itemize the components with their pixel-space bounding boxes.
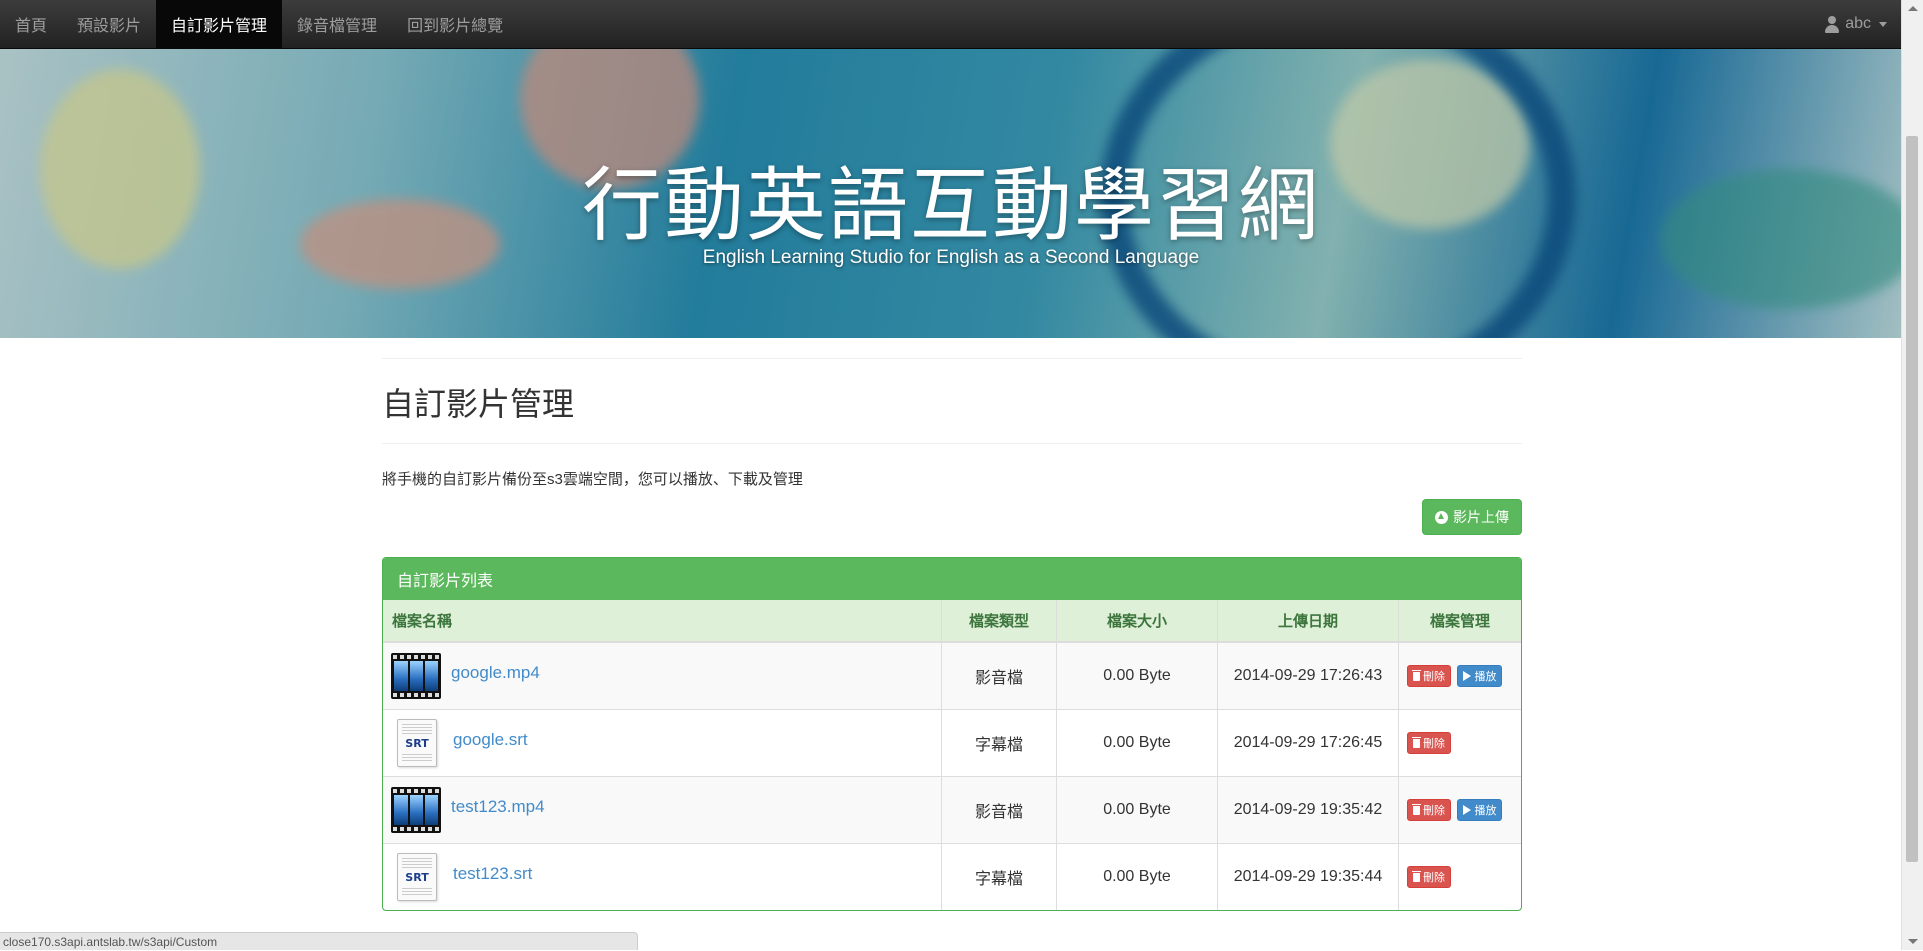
table-row: google.mp4 影音檔 0.00 Byte 2014-09-29 17:2… [383,641,1521,710]
column-header-filesize: 檔案大小 [1056,600,1218,643]
upload-date: 2014-09-29 17:26:43 [1217,641,1399,710]
user-menu[interactable]: abc [1809,0,1902,48]
panel-title: 自訂影片列表 [383,558,1521,600]
caret-down-icon [1879,21,1887,27]
nav-back-to-overview[interactable]: 回到影片總覽 [392,0,518,48]
play-button[interactable]: 播放 [1457,798,1503,821]
play-icon [1463,804,1472,815]
table-row: SRT test123.srt 字幕檔 0.00 Byte 2014-09-29… [383,843,1521,910]
file-type: 影音檔 [941,641,1057,710]
trash-icon [1412,870,1421,882]
file-size: 0.00 Byte [1056,709,1218,777]
column-header-filetype: 檔案類型 [941,600,1057,643]
site-title: 行動英語互動學習網 [582,159,1320,252]
divider [382,358,1522,359]
srt-file-icon: SRT [397,719,437,767]
nav-home[interactable]: 首頁 [0,0,62,48]
file-type: 字幕檔 [941,709,1057,777]
delete-button[interactable]: 刪除 [1407,866,1451,888]
nav-recording-management[interactable]: 錄音檔管理 [282,0,392,48]
video-table: 檔案名稱 檔案類型 檔案大小 上傳日期 檔案管理 google.mp4 影音檔 … [383,600,1521,910]
video-file-icon [391,787,441,833]
upload-video-button[interactable]: 影片上傳 [1422,499,1522,535]
table-row: SRT google.srt 字幕檔 0.00 Byte 2014-09-29 … [383,709,1521,777]
srt-file-icon: SRT [397,853,437,901]
table-row: test123.mp4 影音檔 0.00 Byte 2014-09-29 19:… [383,776,1521,844]
play-icon [1463,670,1472,681]
trash-icon [1412,803,1421,815]
file-size: 0.00 Byte [1056,843,1218,910]
browser-status-bar: close170.s3api.antslab.tw/s3api/Custom [0,932,638,950]
site-subtitle: English Learning Studio for English as a… [702,247,1200,268]
nav-default-videos[interactable]: 預設影片 [62,0,156,48]
column-header-filename: 檔案名稱 [383,600,942,643]
delete-button[interactable]: 刪除 [1407,799,1451,822]
file-name-link[interactable]: google.mp4 [451,663,540,683]
file-type: 影音檔 [941,776,1057,844]
file-name-link[interactable]: google.srt [453,730,528,750]
nav-custom-video-management[interactable]: 自訂影片管理 [156,0,283,48]
page-title: 自訂影片管理 [382,385,575,423]
scroll-thumb[interactable] [1906,136,1918,862]
delete-button[interactable]: 刪除 [1407,665,1451,688]
upload-date: 2014-09-29 19:35:44 [1217,843,1399,910]
file-type: 字幕檔 [941,843,1057,910]
file-name-link[interactable]: test123.srt [453,864,532,884]
play-button[interactable]: 播放 [1457,664,1503,687]
column-header-file-management: 檔案管理 [1398,600,1521,643]
video-file-icon [391,653,441,699]
user-name: abc [1845,15,1871,32]
hero-banner: 行動英語互動學習網 English Learning Studio for En… [0,49,1902,338]
file-size: 0.00 Byte [1056,776,1218,844]
divider [382,443,1522,444]
user-icon [1824,15,1840,33]
top-navbar: 首頁 預設影片 自訂影片管理 錄音檔管理 回到影片總覽 abc [0,0,1902,49]
trash-icon [1412,736,1421,748]
file-name-link[interactable]: test123.mp4 [451,797,545,817]
vertical-scrollbar[interactable] [1901,0,1923,950]
video-list-panel: 自訂影片列表 檔案名稱 檔案類型 檔案大小 上傳日期 檔案管理 google.m… [382,557,1522,911]
upload-circle-icon [1435,510,1448,524]
upload-date: 2014-09-29 17:26:45 [1217,709,1399,777]
column-header-upload-date: 上傳日期 [1217,600,1399,643]
trash-icon [1412,669,1421,681]
scroll-down-arrow-icon[interactable] [1908,939,1918,944]
delete-button[interactable]: 刪除 [1407,732,1451,754]
upload-date: 2014-09-29 19:35:42 [1217,776,1399,844]
scroll-up-arrow-icon[interactable] [1908,6,1918,11]
file-size: 0.00 Byte [1056,641,1218,710]
page-description: 將手機的自訂影片備份至s3雲端空間，您可以播放、下載及管理 [382,471,803,488]
main-content: 自訂影片管理 將手機的自訂影片備份至s3雲端空間，您可以播放、下載及管理 影片上… [382,358,1522,911]
